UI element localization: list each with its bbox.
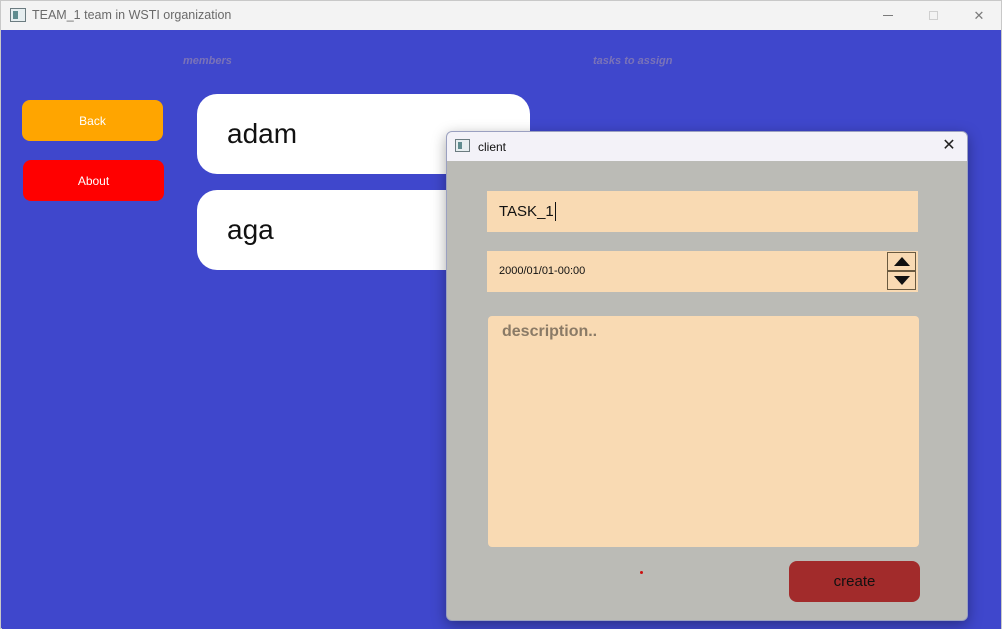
client-dialog: client ✕ TASK_1 2000/01/01-00:00 descrip…	[446, 131, 968, 621]
maximize-button[interactable]	[910, 1, 956, 30]
minimize-icon	[883, 15, 893, 16]
about-button[interactable]: About	[23, 160, 164, 201]
description-textarea[interactable]: description..	[488, 316, 919, 574]
mouse-pointer-dot	[640, 571, 643, 574]
spin-up-button[interactable]	[887, 252, 916, 271]
window-title: TEAM_1 team in WSTI organization	[32, 8, 232, 22]
dialog-title-bar[interactable]: client ✕	[447, 132, 967, 161]
date-time-value: 2000/01/01-00:00	[499, 265, 586, 277]
close-button[interactable]: ✕	[956, 1, 1002, 30]
dialog-window-icon	[455, 139, 470, 152]
arrow-up-icon	[893, 257, 910, 266]
dialog-body: TASK_1 2000/01/01-00:00 description.. cr…	[447, 161, 967, 620]
dialog-close-icon[interactable]: ✕	[939, 136, 959, 156]
task-name-value: TASK_1	[499, 203, 554, 220]
member-name: aga	[227, 214, 274, 245]
close-icon: ✕	[973, 7, 985, 23]
back-button[interactable]: Back	[22, 100, 163, 141]
maximize-icon	[928, 11, 938, 20]
dialog-title: client	[478, 140, 507, 154]
members-header: members	[183, 55, 232, 67]
member-name: adam	[227, 118, 298, 149]
app-window-icon	[10, 8, 26, 22]
arrow-down-icon	[893, 276, 910, 285]
spin-down-button[interactable]	[887, 271, 916, 290]
title-bar[interactable]: TEAM_1 team in WSTI organization ✕	[1, 1, 1001, 30]
tasks-header: tasks to assign	[593, 55, 673, 67]
main-window: TEAM_1 team in WSTI organization ✕ membe…	[0, 0, 1002, 629]
date-time-spinbox[interactable]: 2000/01/01-00:00	[487, 251, 918, 292]
create-button[interactable]: create	[789, 561, 920, 602]
text-caret	[554, 202, 556, 221]
minimize-button[interactable]	[865, 1, 911, 30]
task-name-input[interactable]: TASK_1	[487, 191, 918, 232]
description-placeholder: description..	[502, 323, 598, 340]
